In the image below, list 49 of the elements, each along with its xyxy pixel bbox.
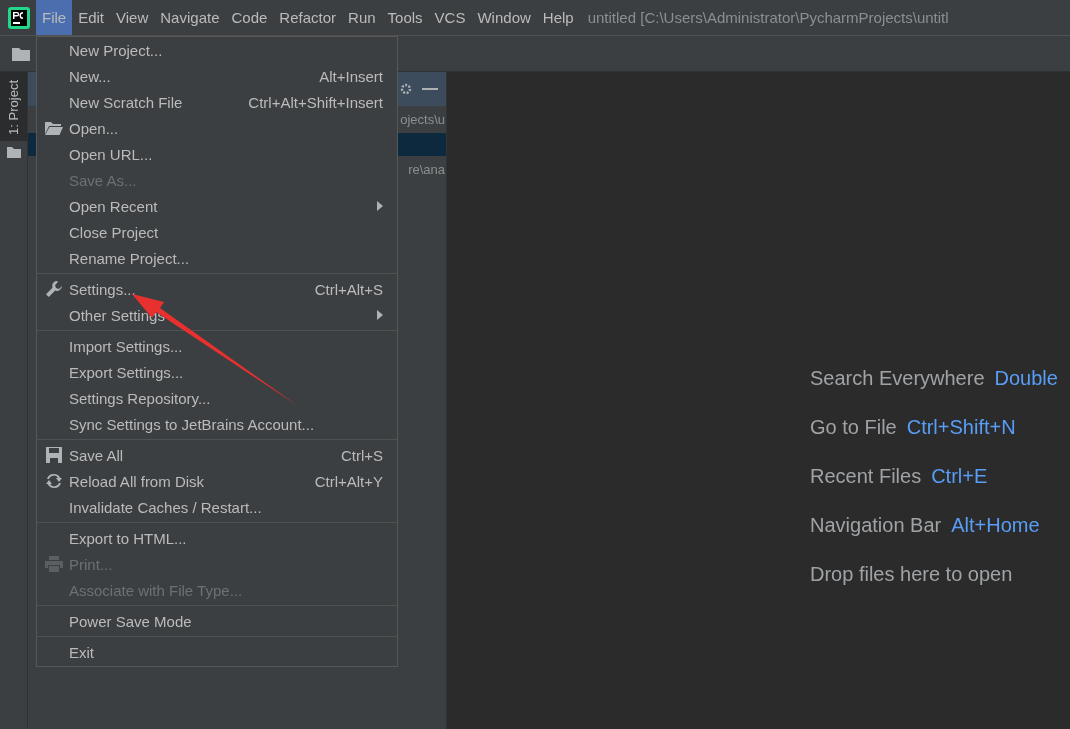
hint-text: Search Everywhere (810, 366, 985, 390)
shortcut-text: Ctrl+E (931, 464, 988, 488)
printer-icon (45, 556, 63, 572)
menu-item[interactable]: Refactor (273, 0, 343, 35)
menu-item[interactable]: Rename Project... (37, 245, 397, 271)
app-logo-icon (8, 6, 30, 29)
menu-item[interactable]: Open Recent (37, 193, 397, 219)
menu-item[interactable]: Tools (381, 0, 429, 35)
menu-item[interactable]: Settings Repository... (37, 385, 397, 411)
menu-item[interactable]: Help (536, 0, 580, 35)
menu-item[interactable]: Exit (37, 639, 397, 665)
shortcut-text: Double (994, 366, 1058, 390)
hint-text: Recent Files (810, 464, 922, 488)
menu-item[interactable]: Save All Ctrl+S (37, 442, 397, 468)
menu-item[interactable]: Export Settings... (37, 359, 397, 385)
save-icon (46, 447, 62, 463)
menu-item[interactable]: View (110, 0, 155, 35)
menu-item[interactable]: Export to HTML... (37, 525, 397, 551)
menu-item[interactable]: Window (471, 0, 537, 35)
menu-item[interactable]: New... Alt+Insert (37, 63, 397, 89)
hint-text: Go to File (810, 415, 897, 439)
menu-item[interactable]: Open URL... (37, 141, 397, 167)
menu-item[interactable]: Power Save Mode (37, 608, 397, 634)
menu-item[interactable]: Edit (72, 0, 111, 35)
shortcut-text: Ctrl+Shift+N (906, 415, 1016, 439)
hint-text: Navigation Bar (810, 513, 942, 537)
shortcut-text: Alt+Home (951, 513, 1040, 537)
folder-icon[interactable] (12, 46, 30, 61)
menu-item[interactable]: Invalidate Caches / Restart... (37, 494, 397, 520)
project-tab[interactable]: 1: Project (0, 72, 27, 141)
menu-item[interactable]: Settings... Ctrl+Alt+S (37, 276, 397, 302)
folder-icon (45, 121, 63, 135)
menu-item[interactable]: Open... (37, 115, 397, 141)
wrench-icon (46, 281, 62, 297)
menu-item[interactable]: Sync Settings to JetBrains Account... (37, 411, 397, 437)
folder-icon (6, 146, 21, 158)
menu-item[interactable]: New Scratch File Ctrl+Alt+Shift+Insert (37, 89, 397, 115)
hint-text: Drop files here to open (810, 562, 1013, 586)
menu-item[interactable]: Close Project (37, 219, 397, 245)
tree-item[interactable]: re\ana (408, 162, 445, 177)
reload-icon (46, 473, 62, 489)
menu-item[interactable]: Reload All from Disk Ctrl+Alt+Y (37, 468, 397, 494)
menu-item[interactable]: Code (225, 0, 274, 35)
menu-item[interactable]: VCS (428, 0, 472, 35)
menu-item[interactable]: Run (342, 0, 382, 35)
window-title: untitled [C:\Users\Administrator\PycharmProjects\untitl (587, 9, 949, 26)
tree-item[interactable]: ojects\u (400, 112, 445, 127)
menu-item[interactable]: Import Settings... (37, 333, 397, 359)
menu-item[interactable]: Navigate (154, 0, 226, 35)
